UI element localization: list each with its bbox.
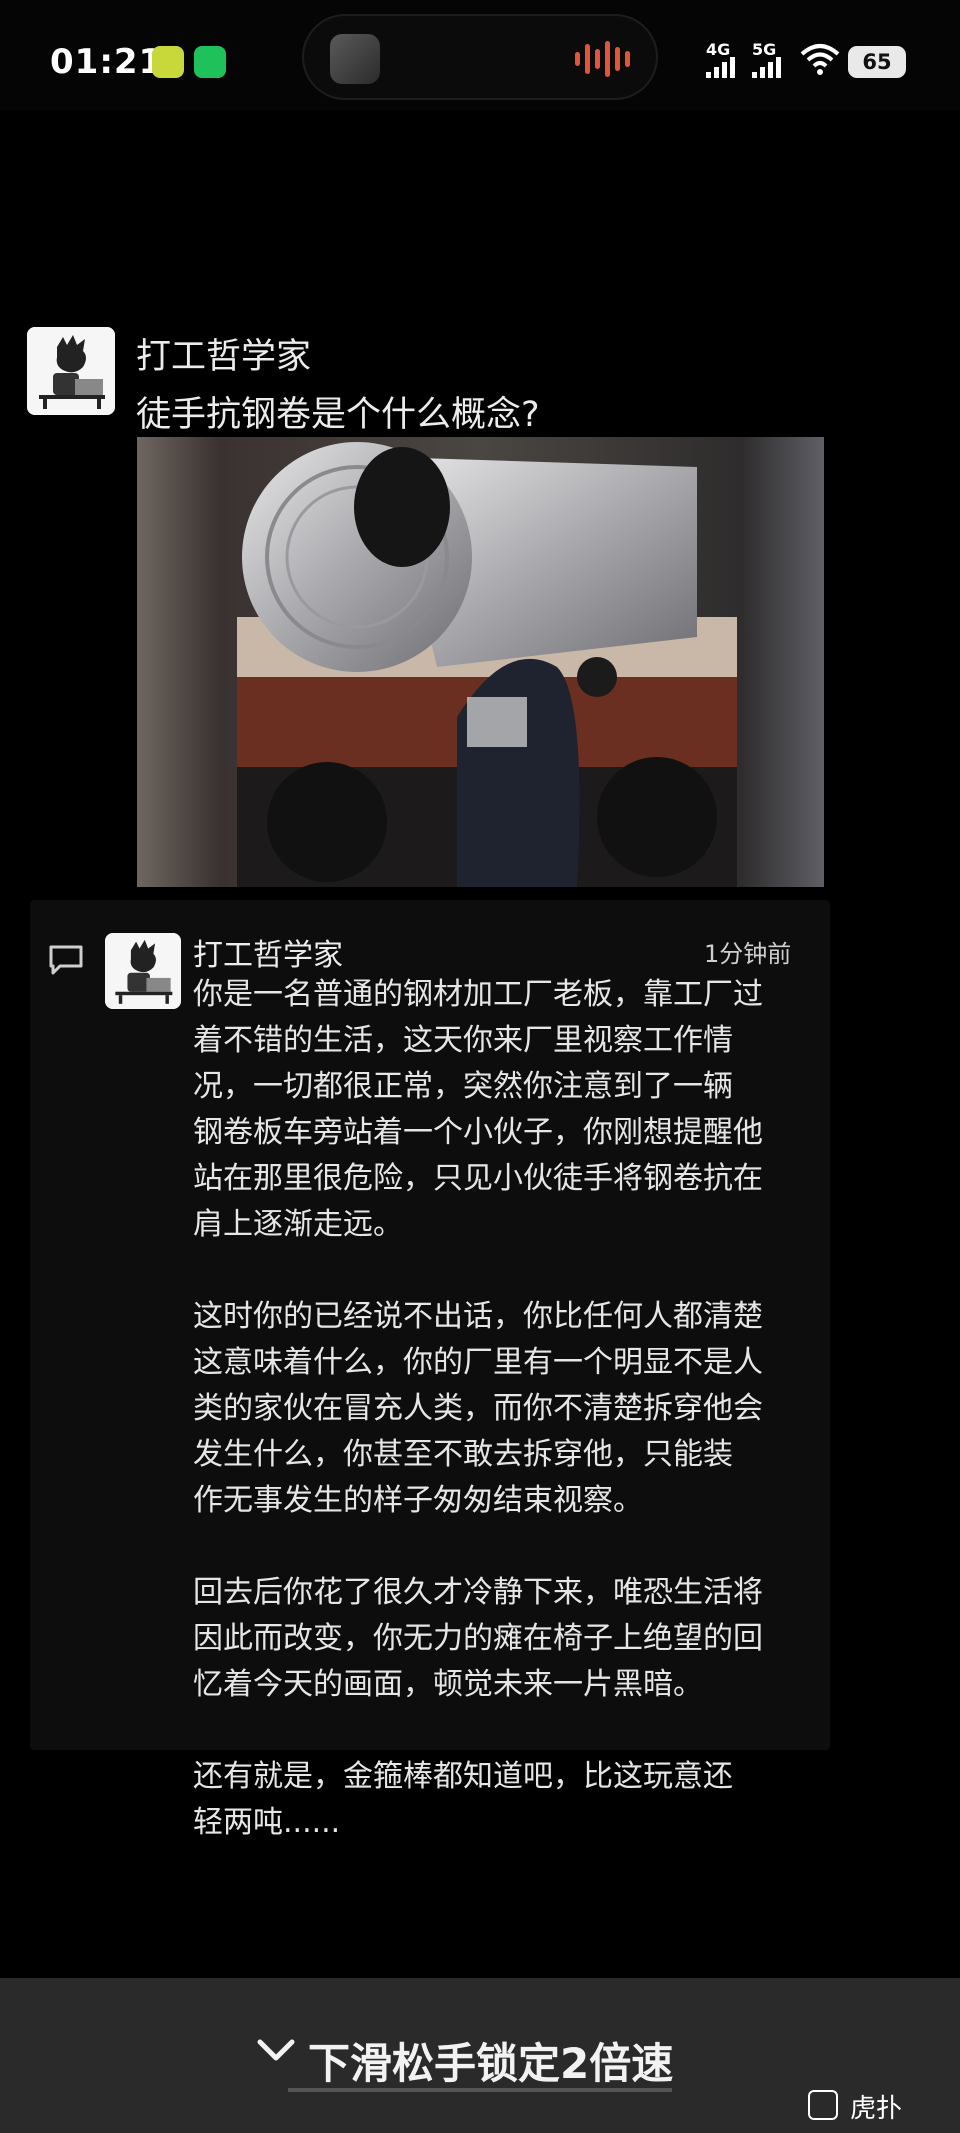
music-app-icon	[152, 46, 184, 78]
signal-bars-icon	[752, 56, 781, 78]
comment-timestamp: 1分钟前	[704, 940, 792, 968]
comment-author-name[interactable]: 打工哲学家	[193, 930, 343, 974]
audio-wave-icon	[575, 40, 630, 78]
author-avatar[interactable]	[27, 327, 115, 415]
hupu-logo-icon	[808, 2090, 838, 2120]
watermark-text: 虎扑	[850, 2094, 903, 2124]
cartoon-avatar-icon	[105, 933, 181, 1009]
post-image[interactable]	[137, 437, 824, 887]
comment-paragraph: 这时你的已经说不出话，你比任何人都清楚 这意味着什么，你的厂里有一个明显不是人 …	[193, 1299, 763, 1518]
battery-indicator: 65	[848, 46, 906, 78]
comment-paragraph: 回去后你花了很久才冷静下来，唯恐生活将 因此而改变，你无力的瘫在椅子上绝望的回 …	[193, 1575, 763, 1702]
comment-icon[interactable]	[48, 944, 84, 976]
comment-body: 你是一名普通的钢材加工厂老板，靠工厂过 着不错的生活，这天你来厂里视察工作情 况…	[193, 972, 833, 1892]
signal-bars-icon	[706, 56, 735, 78]
wechat-icon	[194, 46, 226, 78]
wifi-icon	[800, 44, 840, 75]
steel-coil-photo	[137, 437, 824, 887]
status-bar: 01:21 4G 5G 65	[0, 0, 960, 110]
now-playing-cover-icon	[330, 34, 380, 84]
comment-paragraph: 你是一名普通的钢材加工厂老板，靠工厂过 着不错的生活，这天你来厂里视察工作情 况…	[193, 977, 763, 1242]
cartoon-avatar-icon	[27, 327, 115, 415]
comment-paragraph: 还有就是，金箍棒都知道吧，比这玩意还 轻两吨......	[193, 1759, 733, 1840]
post-title: 徒手抗钢卷是个什么概念?	[136, 395, 540, 435]
post-author-name[interactable]: 打工哲学家	[136, 328, 311, 379]
status-time: 01:21	[50, 42, 164, 82]
comment-author-avatar[interactable]	[105, 933, 181, 1009]
dynamic-island[interactable]	[302, 14, 658, 100]
chevron-down-icon	[257, 2039, 295, 2061]
speed-lock-hint: 下滑松手锁定2倍速	[308, 2039, 674, 2088]
video-progress-bar[interactable]	[288, 2088, 672, 2092]
